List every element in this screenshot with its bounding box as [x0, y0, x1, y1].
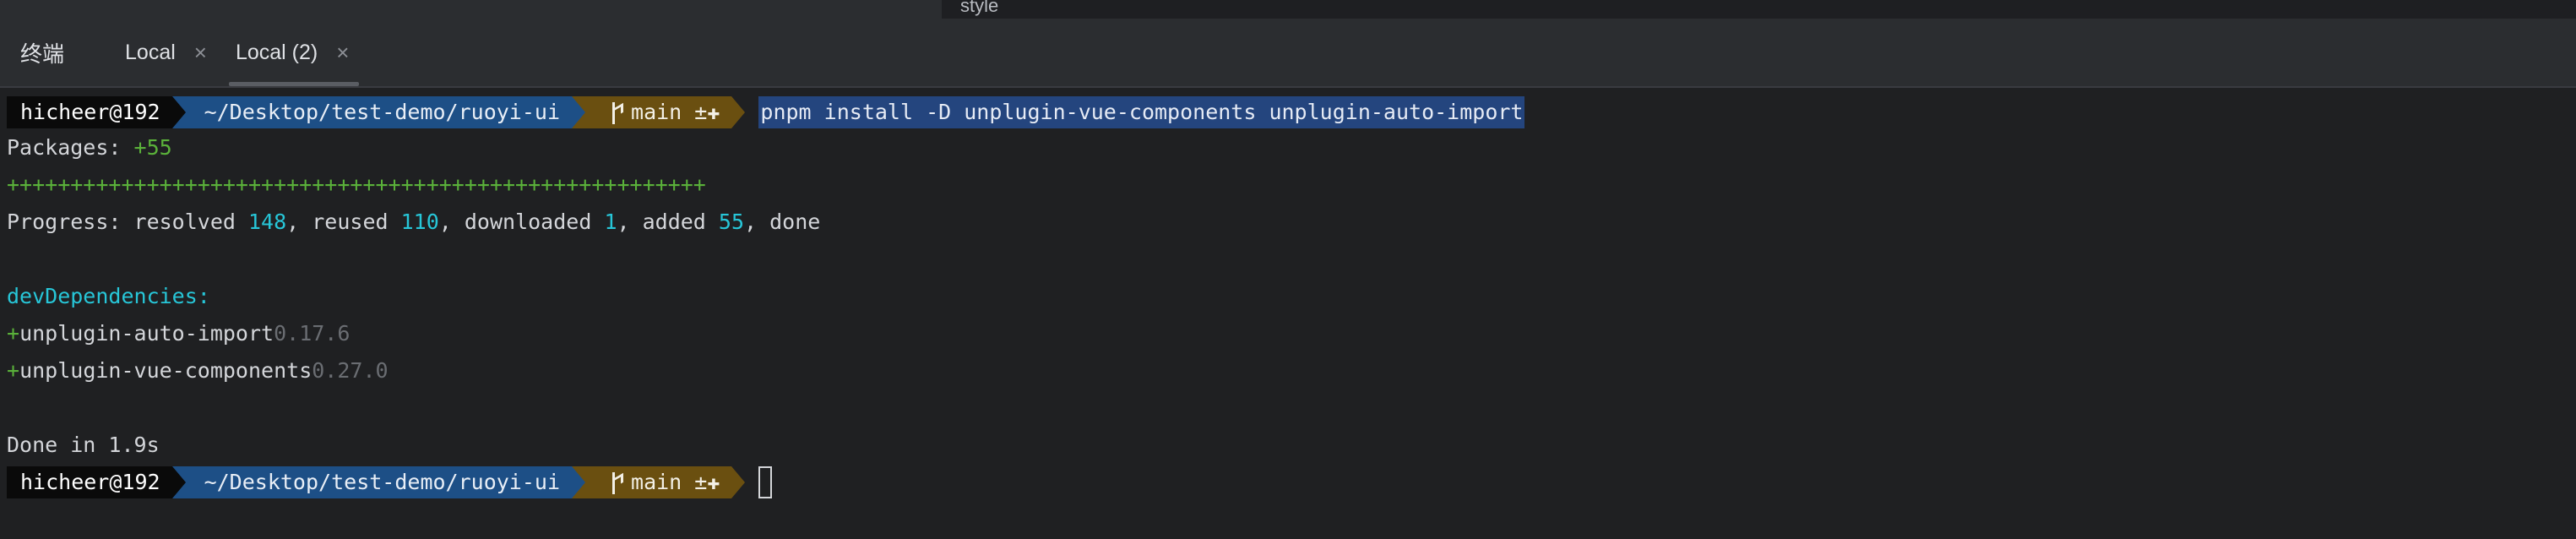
- dependency-version: 0.17.6: [274, 321, 351, 346]
- done-label: , done: [744, 210, 821, 234]
- top-strip: style: [0, 0, 2576, 19]
- packages-value: +55: [133, 135, 172, 160]
- close-icon[interactable]: ×: [194, 40, 207, 66]
- prompt-path: ~/Desktop/test-demo/ruoyi-ui: [185, 466, 573, 498]
- terminal-tab-bar: 终端 Local × Local (2) ×: [0, 19, 2576, 88]
- dev-dependencies-header: devDependencies:: [7, 280, 210, 313]
- done-text: Done in 1.9s: [7, 433, 160, 457]
- downloaded-label: , downloaded: [438, 210, 605, 234]
- tab-label: Local: [125, 40, 176, 64]
- prompt-user: hicheer@192: [7, 96, 172, 128]
- added-count: 55: [718, 210, 745, 234]
- resolved-count: 148: [247, 210, 287, 234]
- reused-label: , reused: [286, 210, 401, 234]
- prompt-separator-icon: [731, 466, 746, 498]
- prompt-git-status: ±✚: [694, 100, 720, 124]
- tab-label: Local (2): [235, 40, 318, 64]
- prompt-separator-icon: [171, 466, 186, 498]
- done-line: Done in 1.9s: [7, 428, 160, 462]
- dependency-line: + unplugin-vue-components 0.27.0: [7, 354, 389, 388]
- tab-local-2[interactable]: Local (2) ×: [226, 19, 360, 86]
- prompt-separator-icon: [572, 466, 586, 498]
- prompt-user: hicheer@192: [7, 466, 172, 498]
- prompt-branch: main: [631, 470, 682, 494]
- prompt-separator-icon: [572, 96, 586, 128]
- reused-count: 110: [400, 210, 439, 234]
- editor-hint-text: style: [960, 0, 999, 16]
- packages-line: Packages: +55: [7, 131, 172, 165]
- prompt-line: hicheer@192 ~/Desktop/test-demo/ruoyi-ui m…: [7, 95, 1525, 129]
- prompt-git-status: ±✚: [694, 470, 720, 494]
- editor-hint-area: style: [942, 0, 2576, 19]
- command-text[interactable]: pnpm install -D unplugin-vue-components …: [758, 96, 1525, 128]
- dependency-plus: +: [7, 358, 20, 383]
- prompt-git: main ±✚: [585, 466, 732, 498]
- terminal-cursor[interactable]: [758, 466, 773, 498]
- git-branch-icon: [607, 102, 621, 124]
- dependency-name: unplugin-auto-import: [19, 321, 274, 346]
- progress-bar-line: ++++++++++++++++++++++++++++++++++++++++…: [7, 168, 706, 202]
- progress-line: Progress: resolved 148, reused 110, down…: [7, 205, 820, 239]
- terminal-title: 终端: [20, 41, 65, 67]
- downloaded-count: 1: [604, 210, 617, 234]
- prompt-separator-icon: [171, 96, 186, 128]
- tab-local[interactable]: Local ×: [115, 19, 207, 86]
- prompt-separator-icon: [731, 96, 746, 128]
- packages-label: Packages:: [7, 135, 134, 160]
- prompt-line: hicheer@192 ~/Desktop/test-demo/ruoyi-ui m…: [7, 466, 773, 499]
- git-branch-icon: [607, 472, 621, 494]
- terminal-output[interactable]: hicheer@192 ~/Desktop/test-demo/ruoyi-ui m…: [0, 88, 2576, 539]
- close-icon[interactable]: ×: [336, 40, 349, 66]
- dev-dependencies-label: devDependencies:: [7, 284, 210, 308]
- prompt-path: ~/Desktop/test-demo/ruoyi-ui: [185, 96, 573, 128]
- dependency-name: unplugin-vue-components: [19, 358, 312, 383]
- added-label: , added: [617, 210, 719, 234]
- progress-bar: ++++++++++++++++++++++++++++++++++++++++…: [7, 172, 706, 197]
- dependency-version: 0.27.0: [312, 358, 389, 383]
- dependency-plus: +: [7, 321, 20, 346]
- progress-label: Progress: resolved: [7, 210, 248, 234]
- prompt-branch: main: [631, 100, 682, 124]
- dependency-line: + unplugin-auto-import 0.17.6: [7, 317, 350, 351]
- prompt-git: main ±✚: [585, 96, 732, 128]
